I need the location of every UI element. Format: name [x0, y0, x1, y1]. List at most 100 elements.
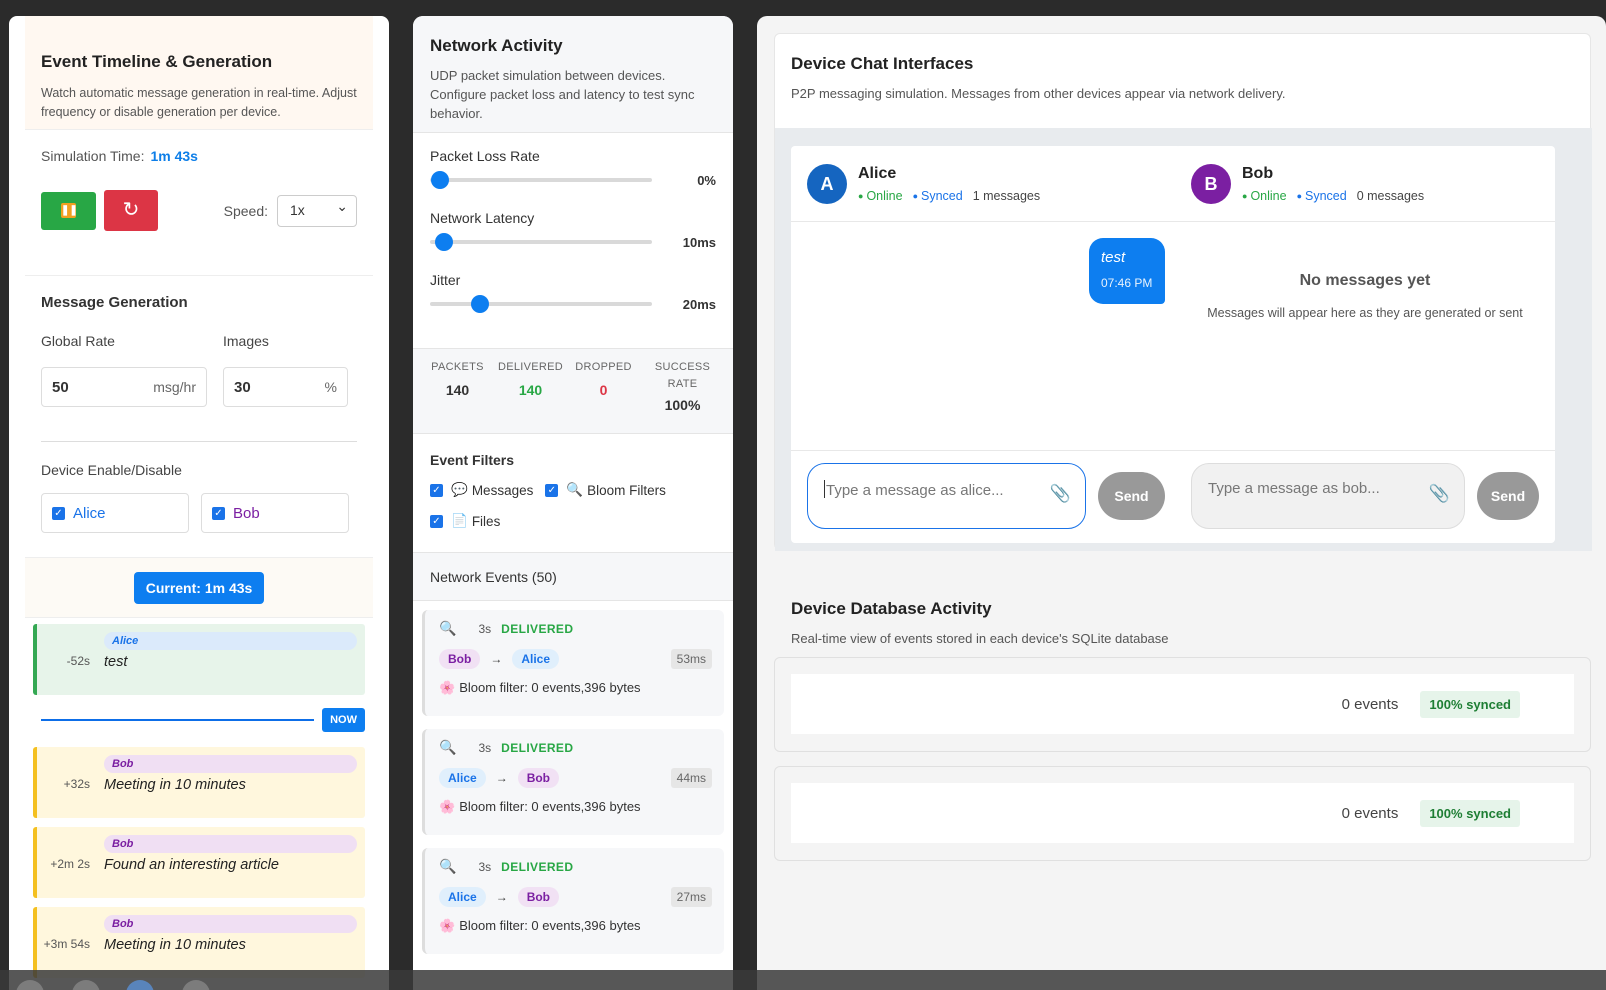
paperclip-icon[interactable]: 📎	[1050, 484, 1071, 504]
paperclip-icon[interactable]: 📎	[1429, 484, 1450, 504]
images-value: 30	[234, 378, 251, 396]
simulation-time-value: 1m 43s	[150, 148, 198, 164]
taskbar-app-icon[interactable]	[16, 980, 44, 990]
device-toggle-title: Device Enable/Disable	[41, 462, 182, 478]
divider	[41, 441, 357, 442]
timeline-events: -52s Alice test NOW +32s Bob Meeting in …	[25, 618, 373, 978]
stat-label: SUCCESS RATE	[654, 361, 711, 390]
reset-button[interactable]: ↻	[104, 190, 158, 231]
event-to: Alice	[512, 649, 560, 669]
avatar: B	[1191, 163, 1231, 204]
message-bubble[interactable]: test 07:46 PM	[1089, 238, 1165, 304]
timeline-event[interactable]: +2m 2s Bob Found an interesting article	[33, 827, 365, 898]
magnifier-icon: 🔍	[439, 858, 457, 874]
database-row: 0 events 100% synced	[774, 657, 1591, 752]
avatar: A	[807, 163, 847, 204]
speech-bubble-icon: 💬	[451, 482, 468, 497]
stat-label: DELIVERED	[497, 361, 564, 373]
slider-thumb[interactable]	[435, 233, 453, 251]
event-status: DELIVERED	[501, 859, 574, 874]
slider-value: 10ms	[682, 234, 716, 250]
checkbox-icon[interactable]: ✓	[430, 483, 443, 497]
document-icon: 📄	[451, 513, 468, 528]
event-from: Alice	[439, 887, 486, 907]
current-time-bar: Current: 1m 43s	[25, 558, 373, 618]
checkbox-icon[interactable]: ✓	[545, 483, 559, 497]
event-age: 3s	[478, 621, 492, 636]
event-latency: 53ms	[670, 649, 712, 669]
event-time: +2m 2s	[50, 857, 90, 871]
status-dot-icon: ●	[1296, 190, 1303, 201]
network-events-title: Network Events (50)	[413, 553, 733, 601]
stat-delivered: DELIVERED 140	[494, 359, 567, 433]
send-button[interactable]: Send	[1098, 472, 1165, 520]
status-dot-icon: ●	[858, 190, 864, 201]
packet-loss-control: Packet Loss Rate 0%	[430, 148, 716, 190]
event-status: DELIVERED	[501, 621, 574, 636]
network-event[interactable]: 🔍 3s DELIVERED Alice → Bob 27ms 🌸 Bloom filter…	[422, 848, 724, 954]
slider-thumb[interactable]	[471, 295, 489, 313]
filter-messages[interactable]: ✓ 💬 Messages	[430, 482, 533, 498]
message-input[interactable]: Type a message as alice... 📎	[807, 463, 1086, 529]
sync-status: ● Synced	[913, 189, 963, 203]
folder-icon[interactable]	[126, 980, 154, 990]
stat-value: 140	[445, 382, 470, 398]
device-toggle-label: Alice	[73, 504, 106, 522]
jitter-slider[interactable]	[430, 295, 652, 313]
checkbox-icon[interactable]: ✓	[212, 506, 225, 520]
stat-value: 0	[599, 382, 608, 398]
current-time-button[interactable]: Current: 1m 43s	[133, 571, 265, 604]
magnifier-icon: 🔍	[439, 620, 457, 636]
event-device-tag: Bob	[104, 915, 357, 933]
stat-value: 100%	[664, 397, 701, 413]
packet-stats: PACKETS 140 DELIVERED 140 DROPPED 0 SUCCESS…	[413, 349, 733, 434]
device-name: Alice	[858, 164, 897, 182]
network-event[interactable]: 🔍 3s DELIVERED Bob → Alice 53ms 🌸 Bloom filter…	[422, 610, 724, 716]
images-unit: %	[324, 379, 337, 395]
latency-slider[interactable]	[430, 233, 652, 251]
slider-thumb[interactable]	[431, 171, 449, 189]
device-toggle-bob[interactable]: ✓ Bob	[201, 493, 349, 533]
now-line	[41, 719, 315, 721]
timeline-event[interactable]: +32s Bob Meeting in 10 minutes	[33, 747, 365, 818]
pause-button[interactable]: ❚❚	[41, 191, 96, 230]
database-description: Real-time view of events stored in each …	[791, 631, 1169, 646]
global-rate-input[interactable]: 50 msg/hr	[41, 367, 207, 407]
gear-icon[interactable]	[72, 980, 100, 990]
global-rate-label: Global Rate	[41, 333, 115, 349]
filter-bloom[interactable]: ✓ 🔍 Bloom Filters	[545, 482, 666, 498]
images-input[interactable]: 30%	[223, 367, 348, 407]
magnifier-icon: 🔍	[566, 482, 584, 497]
message-generation: Message Generation Global Rate 50 msg/hr …	[25, 276, 373, 558]
online-label: Online	[866, 188, 903, 203]
timeline-header: Event Timeline & Generation Watch automa…	[25, 16, 373, 130]
stat-value: 140	[518, 382, 543, 398]
heart-icon[interactable]	[182, 980, 210, 990]
filter-files[interactable]: ✓ 📄 Files	[430, 513, 500, 529]
network-panel: Network Activity UDP packet simulation b…	[413, 16, 733, 990]
packet-loss-slider[interactable]	[430, 171, 652, 189]
chat-bob: B Bob ● Online ● Synced 0 messages No mess…	[1175, 146, 1555, 543]
checkbox-icon[interactable]: ✓	[52, 506, 65, 520]
event-device-tag: Bob	[104, 755, 357, 773]
arrow-icon: →	[495, 771, 508, 785]
speed-value: 1x	[290, 201, 305, 218]
slider-label: Packet Loss Rate	[430, 148, 540, 164]
checkbox-icon[interactable]: ✓	[430, 514, 443, 528]
flower-icon: 🌸	[439, 799, 456, 814]
send-button[interactable]: Send	[1477, 472, 1539, 520]
event-from: Bob	[439, 649, 481, 669]
flower-icon: 🌸	[439, 680, 456, 695]
simulation-time: Simulation Time: 1m 43s	[41, 148, 357, 164]
speed-select[interactable]: 1x	[277, 194, 357, 227]
images-label: Images	[223, 333, 269, 349]
device-toggle-alice[interactable]: ✓ Alice	[41, 493, 189, 533]
stat-dropped: DROPPED 0	[567, 359, 640, 433]
synced-label: Synced	[1305, 188, 1347, 203]
message-input[interactable]: Type a message as bob... 📎	[1191, 463, 1466, 529]
empty-description: Messages will appear here as they are ge…	[1207, 306, 1523, 320]
network-event[interactable]: 🔍 3s DELIVERED Alice → Bob 44ms 🌸 Bloom filter…	[422, 729, 724, 835]
arrow-icon: →	[495, 890, 508, 904]
timeline-event[interactable]: +3m 54s Bob Meeting in 10 minutes	[33, 907, 365, 978]
timeline-event[interactable]: -52s Alice test	[33, 624, 365, 695]
